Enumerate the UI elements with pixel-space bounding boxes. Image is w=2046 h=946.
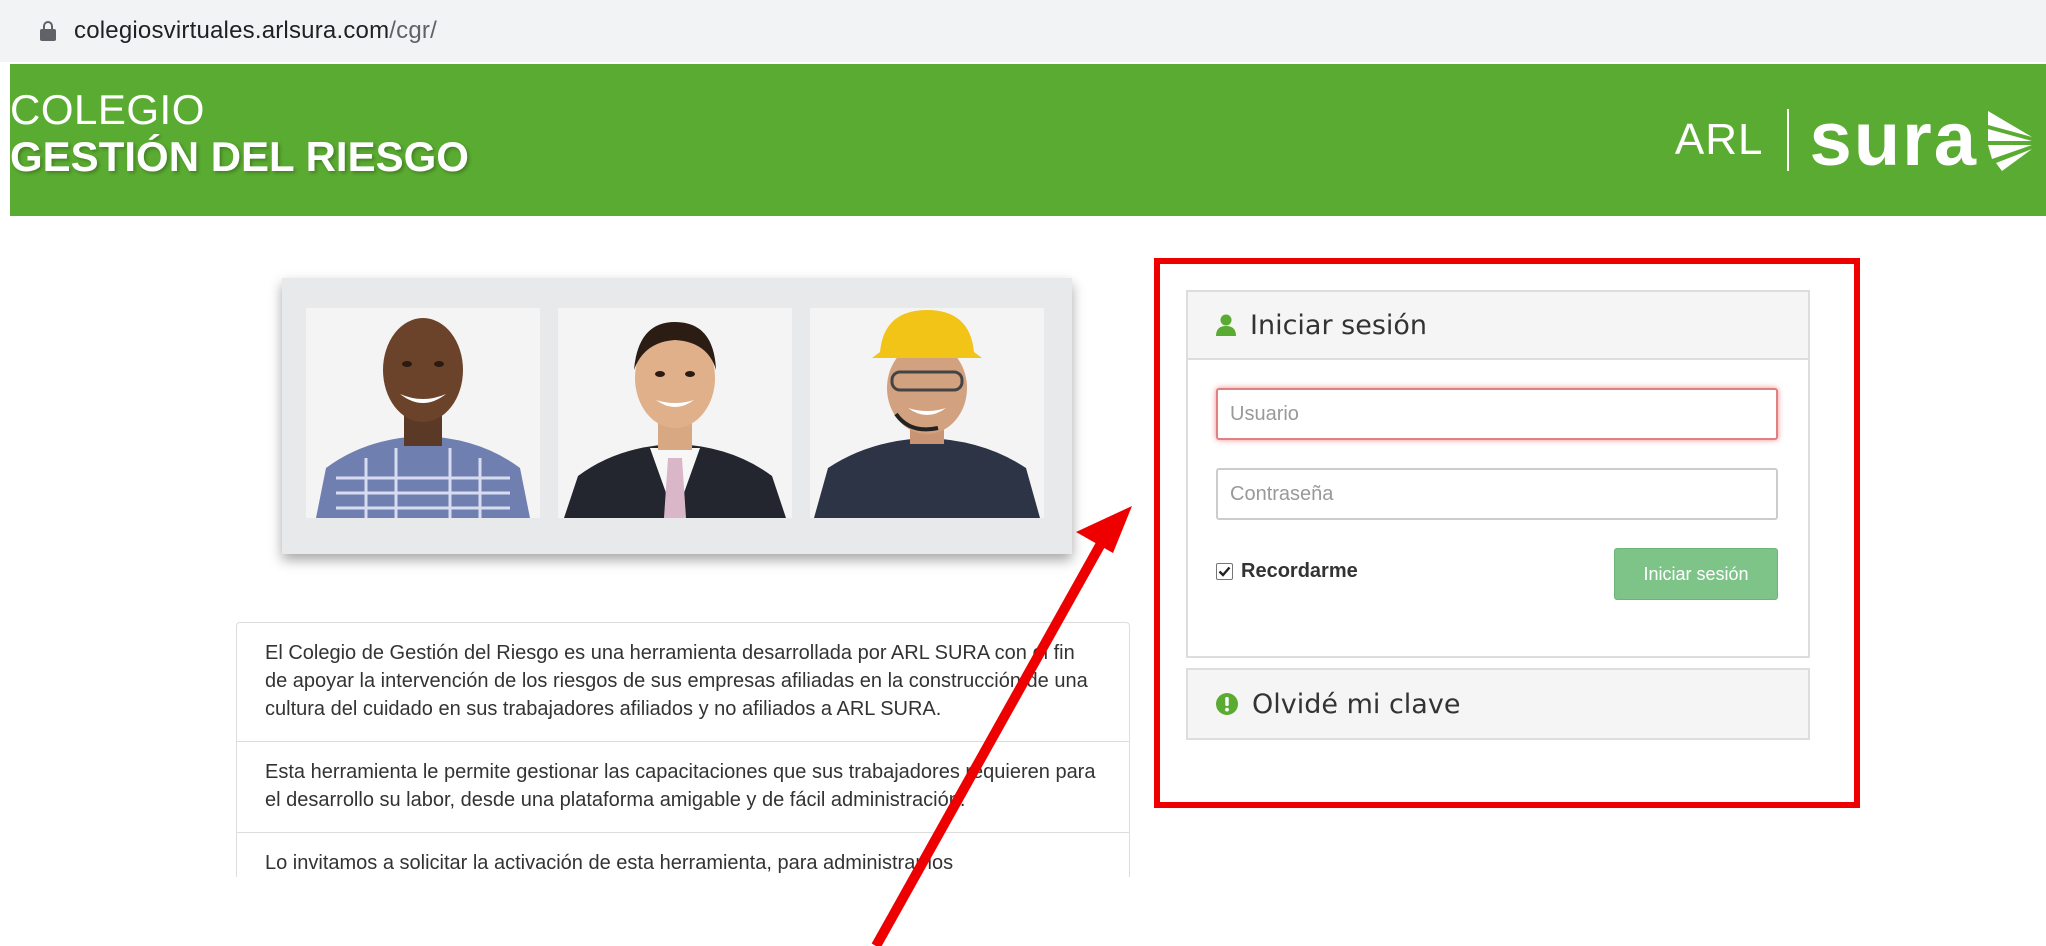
password-input[interactable] [1216, 468, 1778, 520]
url-text[interactable]: colegiosvirtuales.arlsura.com/cgr/ [74, 17, 437, 45]
remember-checkbox[interactable] [1216, 563, 1233, 580]
sura-wing-icon [1988, 111, 2032, 171]
info-list: El Colegio de Gestión del Riesgo es una … [236, 622, 1130, 877]
logo-sura-text: sura [1809, 97, 1978, 182]
info-item: El Colegio de Gestión del Riesgo es una … [237, 623, 1129, 742]
logo-arl-text: ARL [1674, 115, 1764, 164]
photo-worker-helmet [810, 308, 1044, 518]
username-input[interactable] [1216, 388, 1778, 440]
hero-photo-frame [282, 278, 1072, 554]
lock-icon[interactable] [40, 21, 56, 41]
forgot-password-link[interactable]: Olvidé mi clave [1252, 689, 1460, 720]
login-panel-heading: Iniciar sesión [1188, 292, 1808, 360]
login-title: Iniciar sesión [1250, 309, 1428, 341]
site-header: COLEGIO GESTIÓN DEL RIESGO ARL sura [10, 64, 2046, 216]
remember-me[interactable]: Recordarme [1216, 560, 1358, 583]
site-brand[interactable]: COLEGIO GESTIÓN DEL RIESGO [10, 88, 469, 182]
exclamation-circle-icon [1216, 693, 1238, 715]
photo-smiling-man [306, 308, 540, 518]
info-item: Lo invitamos a solicitar la activación d… [265, 852, 954, 874]
brand-line-1: COLEGIO [10, 86, 205, 133]
forgot-password-panel[interactable]: Olvidé mi clave [1186, 668, 1810, 740]
browser-address-bar[interactable]: colegiosvirtuales.arlsura.com/cgr/ [0, 0, 2046, 62]
brand-line-2: GESTIÓN DEL RIESGO [10, 133, 469, 180]
login-button[interactable]: Iniciar sesión [1614, 548, 1778, 600]
info-item: Esta herramienta le permite gestionar la… [237, 742, 1129, 833]
photo-businessman [558, 308, 792, 518]
checkmark-icon [1218, 566, 1231, 577]
user-icon [1216, 314, 1236, 336]
logo-divider [1787, 109, 1790, 171]
arl-sura-logo[interactable]: ARL sura [1675, 98, 2036, 182]
login-panel: Iniciar sesión Recordarme Iniciar sesión [1186, 290, 1810, 658]
remember-label: Recordarme [1241, 560, 1358, 582]
